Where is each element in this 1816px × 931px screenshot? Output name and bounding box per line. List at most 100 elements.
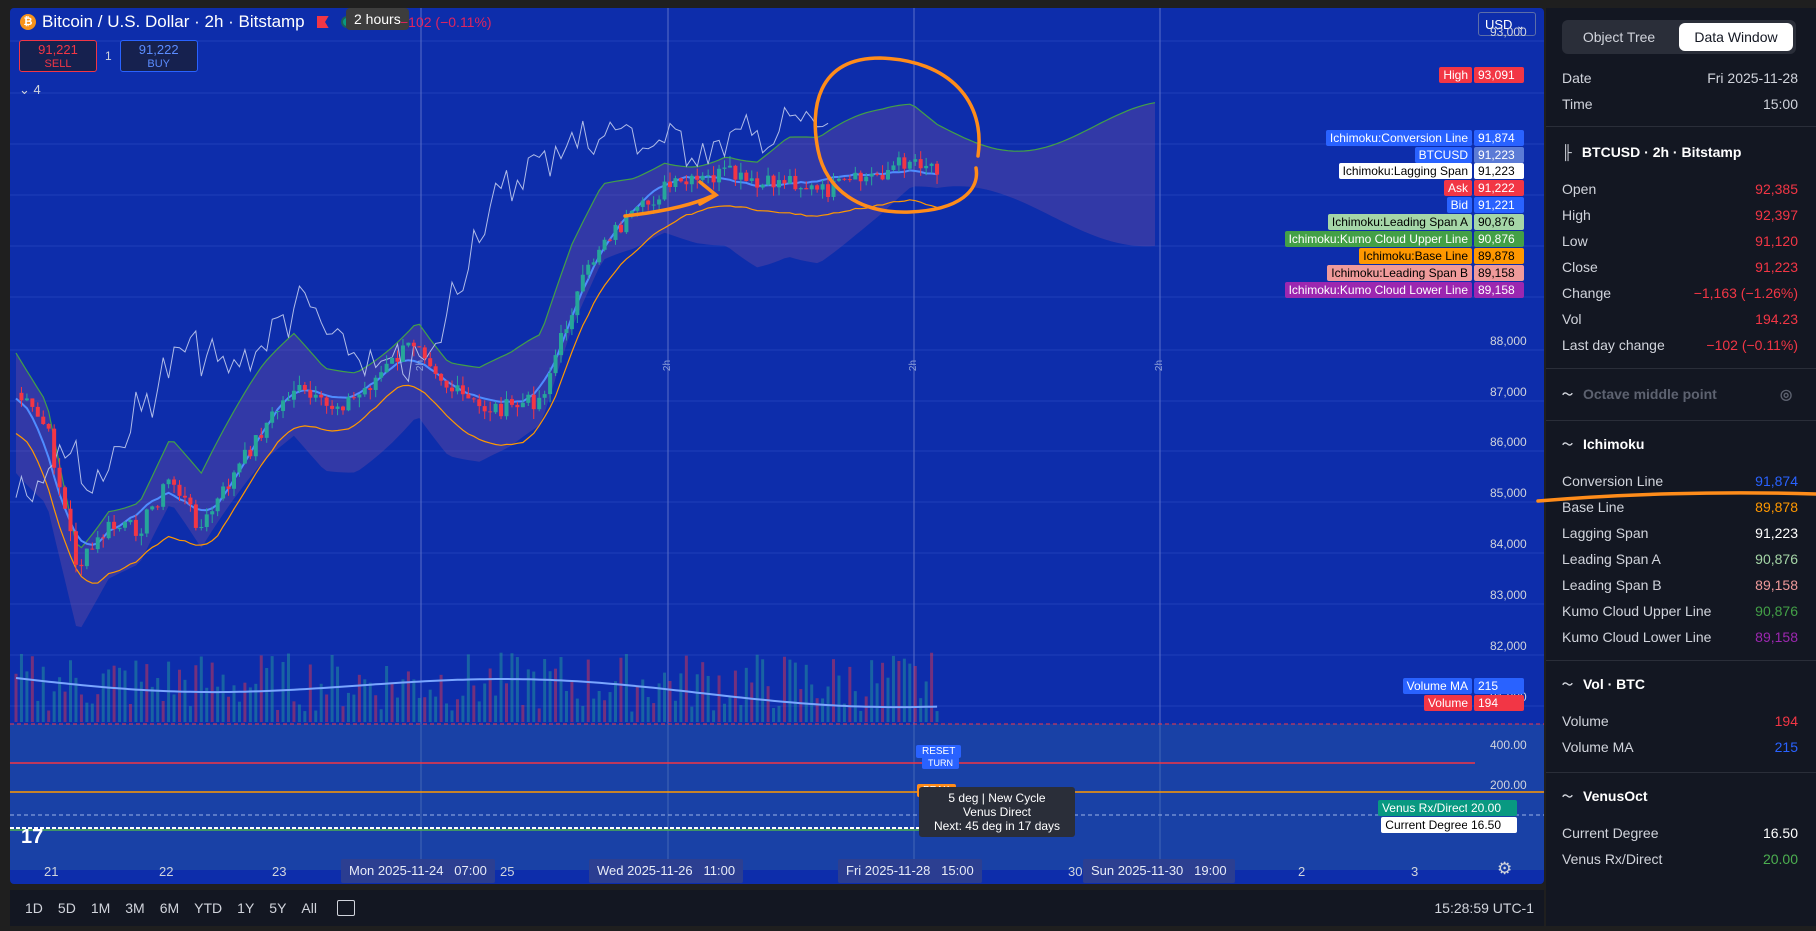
volume-bar [930, 652, 934, 722]
range-all-button[interactable]: All [301, 900, 317, 916]
candle [569, 315, 574, 330]
wave-icon: 〜 [1562, 439, 1573, 451]
flag-icon[interactable] [316, 16, 329, 28]
data-row: Volume 194 [1562, 713, 1798, 729]
osc-label-value: 16.50 [1467, 817, 1517, 833]
range-5d-button[interactable]: 5D [58, 900, 76, 916]
candle [618, 224, 623, 233]
candle [373, 377, 378, 390]
range-1y-button[interactable]: 1Y [237, 900, 254, 916]
range-5y-button[interactable]: 5Y [269, 900, 286, 916]
chart-area[interactable] [10, 8, 1544, 884]
tab-data-window[interactable]: Data Window [1679, 23, 1793, 51]
candle [450, 387, 454, 392]
volume-bar [701, 662, 705, 722]
candle [112, 521, 117, 530]
eye-off-icon[interactable]: ◎ [1780, 386, 1792, 403]
ichimoku-section[interactable]: 〜 Ichimoku [1562, 436, 1644, 452]
sell-button[interactable]: 91,221 SELL [19, 40, 97, 72]
candle [210, 511, 215, 515]
candle [842, 178, 847, 180]
volume-bar [303, 711, 307, 722]
candle [646, 200, 651, 205]
volume-bar [445, 703, 449, 722]
volume-bar [624, 654, 628, 722]
octave-section[interactable]: 〜 Octave middle point ◎ [1562, 386, 1792, 403]
volume-bar [690, 706, 694, 722]
volume-bar [297, 704, 301, 722]
volume-bar [848, 666, 852, 722]
symbol-title[interactable]: Bitcoin / U.S. Dollar · 2h · Bitstamp [42, 12, 305, 32]
candle [657, 199, 662, 205]
interval-mark: 2h [662, 359, 674, 372]
candle [417, 346, 422, 348]
candle [504, 399, 509, 417]
volume-bar [859, 710, 863, 722]
volume-bar [47, 710, 51, 722]
tab-object-tree[interactable]: Object Tree [1562, 20, 1676, 54]
range-3m-button[interactable]: 3M [125, 900, 144, 916]
candle [760, 184, 765, 188]
volume-bar [646, 697, 650, 722]
buy-button[interactable]: 91,222 BUY [119, 40, 198, 72]
venus-section[interactable]: 〜 VenusOct [1562, 788, 1648, 804]
price-tick: 87,000 [1490, 385, 1527, 399]
range-6m-button[interactable]: 6M [160, 900, 179, 916]
indicators-toggle[interactable]: ⌄ 4 [19, 82, 41, 98]
candle [777, 180, 781, 188]
candle [853, 172, 858, 180]
price-label-value: 89,158 [1474, 282, 1524, 298]
candle [684, 181, 689, 185]
candle [651, 204, 656, 206]
volume-bar [450, 710, 454, 722]
candle [384, 363, 389, 373]
calendar-icon[interactable] [336, 900, 355, 916]
range-ytd-button[interactable]: YTD [194, 900, 222, 916]
volume-bar [352, 694, 356, 722]
candle [215, 498, 220, 512]
range-1d-button[interactable]: 1D [25, 900, 43, 916]
candle [597, 249, 602, 263]
candle [439, 373, 444, 381]
candle [804, 188, 809, 190]
volume-bar [804, 664, 808, 722]
clock[interactable]: 15:28:59 UTC-1 [1434, 900, 1534, 916]
price-label-value: 91,223 [1474, 147, 1524, 163]
candle [564, 329, 569, 334]
candle [297, 384, 302, 391]
candle [106, 521, 111, 539]
time-row: Time 15:00 [1562, 96, 1798, 112]
data-row-label: Volume MA [1562, 739, 1634, 755]
candle [493, 403, 498, 413]
data-row: Conversion Line 91,874 [1562, 473, 1798, 489]
price-label-value: 90,876 [1474, 231, 1524, 247]
kumo-cloud [16, 102, 1155, 628]
price-label-value: 93,091 [1474, 67, 1524, 83]
candle [706, 175, 711, 177]
data-row-value: 16.50 [1762, 825, 1798, 841]
candle [542, 394, 547, 398]
candle [90, 548, 95, 550]
candle [35, 406, 40, 417]
volume-bar [477, 701, 481, 722]
interval-mark: 2h [908, 359, 920, 372]
candle [161, 484, 166, 507]
price-chart[interactable] [10, 8, 1544, 884]
data-row-value: 92,385 [1755, 181, 1798, 197]
candle [79, 564, 84, 567]
price-tick: 84,000 [1490, 537, 1527, 551]
volume-bar [254, 683, 258, 722]
time-tick: 22 [159, 864, 174, 879]
volume-bar [85, 702, 89, 722]
volume-bar [821, 698, 825, 722]
candle [193, 504, 198, 528]
data-window-panel: Object Tree Data Window Date Fri 2025-11-… [1546, 8, 1816, 926]
volume-section[interactable]: 〜 Vol · BTC [1562, 676, 1645, 692]
volume-bar [772, 707, 776, 722]
divider [1546, 660, 1816, 661]
tradingview-logo-icon[interactable]: 17 [21, 826, 43, 849]
volume-bar [385, 665, 389, 722]
gear-icon[interactable]: ⚙ [1497, 859, 1512, 879]
range-1m-button[interactable]: 1M [91, 900, 110, 916]
data-row-value: 89,158 [1755, 577, 1798, 593]
